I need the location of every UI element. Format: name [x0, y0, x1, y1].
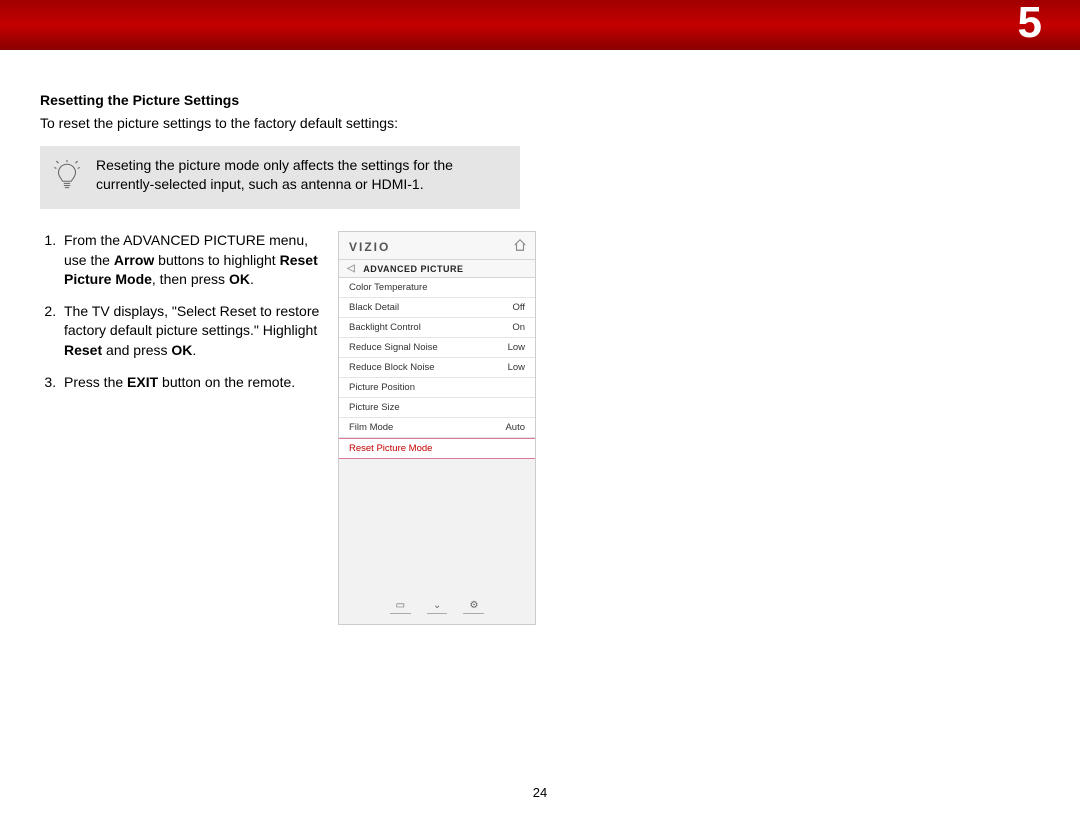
menu-item: Film ModeAuto — [339, 418, 535, 438]
step-1: From the ADVANCED PICTURE menu, use the … — [60, 231, 322, 290]
header-band: 5 — [0, 0, 1080, 50]
step-2: The TV displays, "Select Reset to restor… — [60, 302, 322, 361]
menu-item-highlighted: Reset Picture Mode — [339, 438, 535, 459]
steps-list: From the ADVANCED PICTURE menu, use the … — [40, 231, 322, 404]
menu-item: Picture Position — [339, 378, 535, 398]
menu-item: Reduce Block NoiseLow — [339, 358, 535, 378]
intro-text: To reset the picture settings to the fac… — [40, 114, 520, 132]
chapter-number: 5 — [1018, 0, 1042, 48]
tip-text: Reseting the picture mode only affects t… — [96, 156, 508, 194]
tip-callout: Reseting the picture mode only affects t… — [40, 146, 520, 209]
menu-item: Color Temperature — [339, 278, 535, 298]
gear-icon: ⚙ — [463, 600, 484, 614]
back-icon: ◁ — [347, 263, 355, 274]
menu-item: Reduce Signal NoiseLow — [339, 338, 535, 358]
section-title: Resetting the Picture Settings — [40, 92, 520, 108]
menu-item: Black DetailOff — [339, 298, 535, 318]
menu-breadcrumb: ◁ ADVANCED PICTURE — [339, 260, 535, 278]
home-icon — [513, 238, 527, 255]
menu-header: VIZIO — [339, 232, 535, 260]
brand-logo: VIZIO — [349, 240, 390, 254]
lightbulb-icon — [54, 156, 82, 199]
menu-item: Backlight ControlOn — [339, 318, 535, 338]
wide-icon: ▭ — [390, 600, 411, 614]
menu-list: Color Temperature Black DetailOff Backli… — [339, 278, 535, 459]
menu-title: ADVANCED PICTURE — [363, 264, 463, 274]
menu-item: Picture Size — [339, 398, 535, 418]
tv-menu-screenshot: VIZIO ◁ ADVANCED PICTURE Color Temperatu… — [338, 231, 536, 625]
menu-footer-icons: ▭ ⌄ ⚙ — [339, 594, 535, 624]
page-number: 24 — [533, 785, 547, 800]
main-content: Resetting the Picture Settings To reset … — [0, 50, 560, 625]
chevron-down-icon: ⌄ — [427, 600, 447, 614]
step-3: Press the EXIT button on the remote. — [60, 373, 322, 393]
